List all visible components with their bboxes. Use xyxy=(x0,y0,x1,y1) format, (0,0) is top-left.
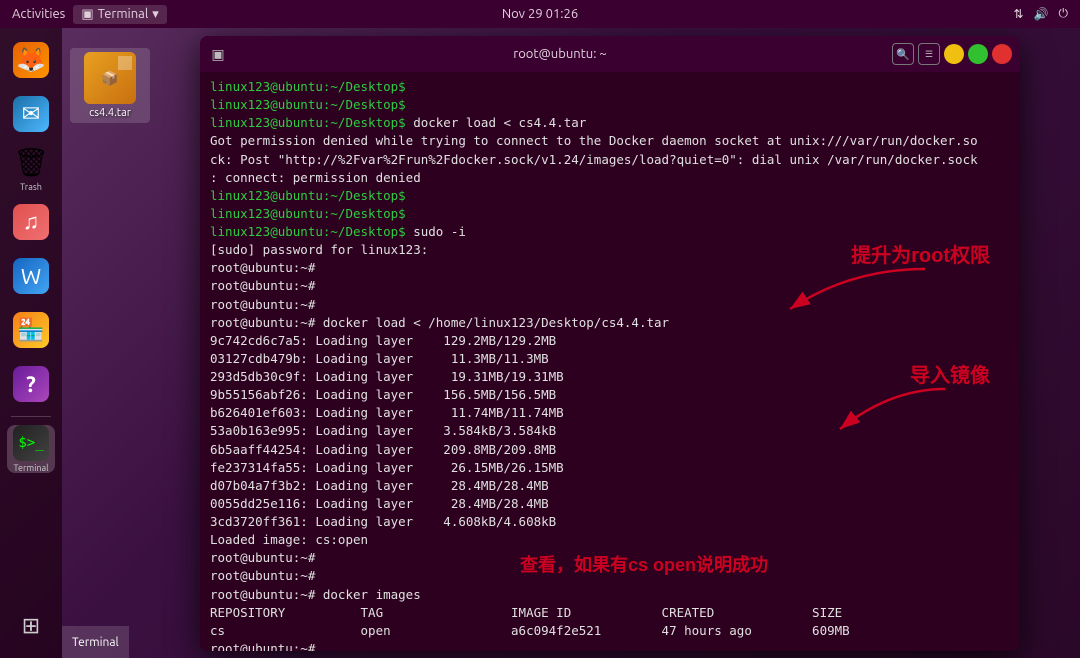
firefox-icon: 🦊 xyxy=(13,42,49,78)
topbar-datetime: Nov 29 01:26 xyxy=(502,7,578,21)
sidebar-item-terminal[interactable]: $>_ Terminal xyxy=(7,425,55,473)
terminal-badge[interactable]: ▣ Terminal ▾ xyxy=(73,5,166,24)
terminal-line: 03127cdb479b: Loading layer 11.3MB/11.3M… xyxy=(210,350,1010,368)
terminal-label: Terminal xyxy=(98,7,149,21)
activities-button[interactable]: Activities xyxy=(12,7,65,21)
maximize-button[interactable]: □ xyxy=(968,44,988,64)
terminal-dock-icon: $>_ xyxy=(13,425,49,461)
topbar-right: ⇅ 🔊 ⏻ xyxy=(1013,7,1068,21)
network-icon: ⇅ xyxy=(1013,7,1023,21)
menu-button[interactable]: ☰ xyxy=(918,43,940,65)
terminal-line: d07b04a7f3b2: Loading layer 28.4MB/28.4M… xyxy=(210,477,1010,495)
terminal-line: 9b55156abf26: Loading layer 156.5MB/156.… xyxy=(210,386,1010,404)
sidebar-item-libreoffice[interactable]: W xyxy=(7,252,55,300)
sidebar-item-terminal-label: Terminal xyxy=(13,463,48,473)
terminal-line: ck: Post "http://%2Fvar%2Frun%2Fdocker.s… xyxy=(210,151,1010,169)
desktop-icons-area: 📦 cs4.4.tar xyxy=(70,48,150,123)
taskbar-terminal-label: Terminal xyxy=(72,636,119,649)
terminal-line: [sudo] password for linux123: xyxy=(210,241,1010,259)
terminal-line: 3cd3720ff361: Loading layer 4.608kB/4.60… xyxy=(210,513,1010,531)
terminal-line: root@ubuntu:~# xyxy=(210,277,1010,295)
terminal-line: 53a0b163e995: Loading layer 3.584kB/3.58… xyxy=(210,422,1010,440)
terminal-line: linux123@ubuntu:~/Desktop$ xyxy=(210,96,1010,114)
terminal-line: Got permission denied while trying to co… xyxy=(210,132,1010,150)
terminal-line: linux123@ubuntu:~/Desktop$ xyxy=(210,187,1010,205)
terminal-line: root@ubuntu:~# docker images xyxy=(210,586,1010,604)
appstore-icon: 🏪 xyxy=(13,312,49,348)
terminal-line: : connect: permission denied xyxy=(210,169,1010,187)
titlebar-controls: 🔍 ☰ – □ ✕ xyxy=(892,43,1012,65)
sidebar-item-mail[interactable]: ✉ xyxy=(7,90,55,138)
sidebar-item-appstore[interactable]: 🏪 xyxy=(7,306,55,354)
terminal-line: root@ubuntu:~# docker load < /home/linux… xyxy=(210,314,1010,332)
search-button[interactable]: 🔍 xyxy=(892,43,914,65)
sidebar-item-firefox[interactable]: 🦊 xyxy=(7,36,55,84)
terminal-line: b626401ef603: Loading layer 11.74MB/11.7… xyxy=(210,404,1010,422)
desktop-file-cs4tar[interactable]: 📦 cs4.4.tar xyxy=(70,48,150,123)
rhythmbox-icon: ♫ xyxy=(13,204,49,240)
terminal-line: root@ubuntu:~# xyxy=(210,640,1010,651)
terminal-line: Loaded image: cs:open xyxy=(210,531,1010,549)
terminal-line: linux123@ubuntu:~/Desktop$ xyxy=(210,205,1010,223)
terminal-body[interactable]: linux123@ubuntu:~/Desktop$ linux123@ubun… xyxy=(200,72,1020,651)
terminal-line: root@ubuntu:~# xyxy=(210,296,1010,314)
desktop: 🦊 ✉ 🗑 Trash ♫ W 🏪 ? $>_ Terminal xyxy=(0,28,1080,658)
terminal-line: REPOSITORY TAG IMAGE ID CREATED SIZE xyxy=(210,604,1010,622)
mail-icon: ✉ xyxy=(13,96,49,132)
sidebar-item-apps[interactable]: ⊞ xyxy=(7,602,55,650)
terminal-line: linux123@ubuntu:~/Desktop$ docker load <… xyxy=(210,114,1010,132)
terminal-line: linux123@ubuntu:~/Desktop$ xyxy=(210,78,1010,96)
sidebar-item-trash[interactable]: 🗑 Trash xyxy=(7,144,55,192)
terminal-line: cs open a6c094f2e521 47 hours ago 609MB xyxy=(210,622,1010,640)
trash-icon: 🗑 xyxy=(13,144,49,180)
libreoffice-icon: W xyxy=(13,258,49,294)
terminal-titlebar-icon: ▣ xyxy=(208,44,228,64)
terminal-line: 9c742cd6c7a5: Loading layer 129.2MB/129.… xyxy=(210,332,1010,350)
topbar-left: Activities ▣ Terminal ▾ xyxy=(12,5,167,24)
terminal-icon: ▣ xyxy=(81,7,93,22)
apps-grid-icon: ⊞ xyxy=(13,608,49,644)
volume-icon: 🔊 xyxy=(1034,7,1049,21)
minimize-button[interactable]: – xyxy=(944,44,964,64)
terminal-line: root@ubuntu:~# xyxy=(210,549,1010,567)
sidebar-item-rhythmbox[interactable]: ♫ xyxy=(7,198,55,246)
terminal-window: ▣ root@ubuntu: ~ 🔍 ☰ – □ ✕ linux123@ubun… xyxy=(200,36,1020,651)
sidebar-item-trash-label: Trash xyxy=(20,182,42,192)
terminal-line: root@ubuntu:~# xyxy=(210,259,1010,277)
terminal-line: root@ubuntu:~# xyxy=(210,567,1010,585)
terminal-line: 293d5db30c9f: Loading layer 19.31MB/19.3… xyxy=(210,368,1010,386)
close-button[interactable]: ✕ xyxy=(992,44,1012,64)
desktop-file-label: cs4.4.tar xyxy=(89,107,131,119)
terminal-line: 6b5aaff44254: Loading layer 209.8MB/209.… xyxy=(210,441,1010,459)
topbar: Activities ▣ Terminal ▾ Nov 29 01:26 ⇅ 🔊… xyxy=(0,0,1080,28)
terminal-title: root@ubuntu: ~ xyxy=(234,47,886,61)
dock-separator xyxy=(11,416,51,417)
tar-file-icon: 📦 xyxy=(84,52,136,104)
chevron-down-icon: ▾ xyxy=(152,7,159,22)
terminal-line: 0055dd25e116: Loading layer 28.4MB/28.4M… xyxy=(210,495,1010,513)
sidebar-item-help[interactable]: ? xyxy=(7,360,55,408)
terminal-titlebar: ▣ root@ubuntu: ~ 🔍 ☰ – □ ✕ xyxy=(200,36,1020,72)
taskbar-terminal-item[interactable]: Terminal xyxy=(62,626,129,658)
terminal-line: linux123@ubuntu:~/Desktop$ sudo -i xyxy=(210,223,1010,241)
power-icon: ⏻ xyxy=(1059,7,1069,21)
sidebar: 🦊 ✉ 🗑 Trash ♫ W 🏪 ? $>_ Terminal xyxy=(0,28,62,658)
help-icon: ? xyxy=(13,366,49,402)
terminal-line: fe237314fa55: Loading layer 26.15MB/26.1… xyxy=(210,459,1010,477)
